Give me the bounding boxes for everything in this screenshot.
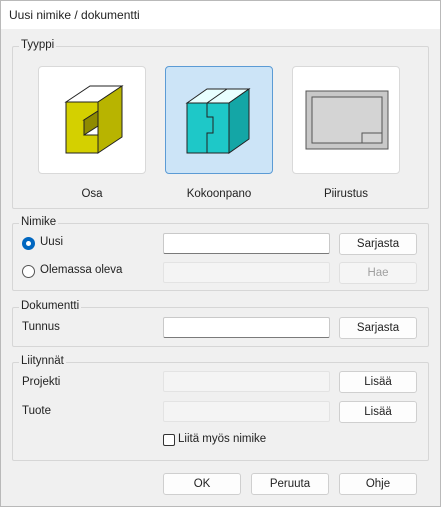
document-series-button[interactable]: Sarjasta — [339, 317, 417, 339]
existing-item-input — [163, 262, 330, 283]
radio-existing[interactable] — [22, 265, 35, 278]
attach-item-checkbox[interactable] — [163, 434, 175, 446]
product-input — [163, 401, 330, 422]
product-label: Tuote — [22, 405, 51, 417]
document-group: Dokumentti Tunnus Sarjasta — [12, 300, 429, 347]
help-button[interactable]: Ohje — [339, 473, 417, 495]
new-item-series-button[interactable]: Sarjasta — [339, 233, 417, 255]
type-label-part: Osa — [81, 188, 103, 200]
add-product-button[interactable]: Lisää — [339, 401, 417, 423]
document-id-label: Tunnus — [22, 321, 60, 333]
type-group-label: Tyyppi — [19, 39, 57, 51]
new-item-input[interactable] — [163, 233, 330, 254]
cancel-button[interactable]: Peruuta — [251, 473, 329, 495]
assembly-icon — [185, 88, 251, 154]
radio-existing-label: Olemassa oleva — [40, 264, 123, 276]
window-title: Uusi nimike / dokumentti — [9, 8, 140, 22]
project-input — [163, 371, 330, 392]
type-label-assembly: Kokoonpano — [186, 188, 252, 200]
type-option-part[interactable] — [38, 66, 146, 174]
document-id-input[interactable] — [163, 317, 330, 338]
type-group: Tyyppi Osa Kokoonpano Piirustus — [12, 39, 429, 209]
radio-new[interactable] — [22, 237, 35, 250]
type-option-drawing[interactable] — [292, 66, 400, 174]
links-group: Liitynnät Projekti Lisää Tuote Lisää Lii… — [12, 355, 429, 461]
project-label: Projekti — [22, 376, 61, 388]
radio-new-label: Uusi — [40, 236, 64, 248]
attach-item-label: Liitä myös nimike — [178, 433, 267, 445]
search-item-button: Hae — [339, 262, 417, 284]
drawing-icon — [305, 90, 389, 150]
part-icon — [64, 85, 124, 154]
item-group: Nimike Uusi Sarjasta Olemassa oleva Hae — [12, 216, 429, 291]
type-label-drawing: Piirustus — [323, 188, 369, 200]
document-group-label: Dokumentti — [19, 300, 82, 312]
dialog-window: Uusi nimike / dokumentti Tyyppi Osa Koko… — [0, 0, 441, 507]
ok-button[interactable]: OK — [163, 473, 241, 495]
type-option-assembly[interactable] — [165, 66, 273, 174]
add-project-button[interactable]: Lisää — [339, 371, 417, 393]
title-bar: Uusi nimike / dokumentti — [1, 1, 440, 29]
links-group-label: Liitynnät — [19, 355, 66, 367]
item-group-label: Nimike — [19, 216, 59, 228]
